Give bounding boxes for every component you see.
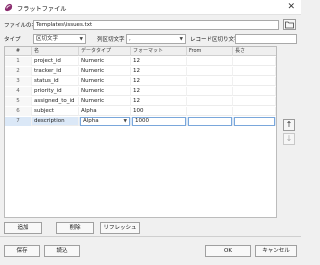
- length-cell[interactable]: [233, 97, 276, 106]
- table-row[interactable]: 1 project_id Numeric 12: [5, 57, 276, 66]
- data-type-select-value: Alpha: [83, 118, 99, 124]
- column-delimiter-label: 列区切文字: [97, 37, 125, 43]
- length-input[interactable]: [234, 117, 275, 126]
- from-cell[interactable]: [187, 87, 233, 96]
- move-down-button[interactable]: ↓: [283, 133, 295, 145]
- field-grid[interactable]: # 名 データタイプ フォーマット From 長さ 1 project_id N…: [4, 46, 277, 218]
- load-button[interactable]: 読込: [44, 245, 80, 257]
- data-type-cell[interactable]: Alpha: [79, 107, 131, 116]
- table-row[interactable]: 2 tracker_id Numeric 12: [5, 67, 276, 76]
- column-delimiter-value: ,: [129, 36, 131, 42]
- chevron-down-icon: ▼: [79, 37, 83, 42]
- chevron-down-icon: ▼: [123, 119, 127, 124]
- column-header-from[interactable]: From: [187, 47, 233, 56]
- record-delimiter-label: レコード区切り文字: [190, 37, 240, 43]
- row-number: 7: [5, 117, 32, 126]
- column-header-format[interactable]: フォーマット: [131, 47, 187, 56]
- format-cell[interactable]: 12: [131, 77, 187, 86]
- field-name-cell[interactable]: assigned_to_id: [32, 97, 79, 106]
- field-name-cell[interactable]: project_id: [32, 57, 79, 66]
- field-name-cell[interactable]: subject: [32, 107, 79, 116]
- length-cell[interactable]: [233, 77, 276, 86]
- window-title: フラットファイル: [17, 6, 67, 13]
- table-row[interactable]: 6 subject Alpha 100: [5, 107, 276, 116]
- move-up-button[interactable]: ↑: [283, 119, 295, 131]
- format-cell[interactable]: 12: [131, 67, 187, 76]
- row-number: 3: [5, 77, 32, 86]
- arrow-up-icon: ↑: [285, 120, 293, 129]
- from-cell[interactable]: [187, 67, 233, 76]
- delete-button[interactable]: 削除: [56, 222, 94, 234]
- data-type-cell[interactable]: Numeric: [79, 77, 131, 86]
- app-logo-icon: [4, 3, 13, 12]
- row-number: 2: [5, 67, 32, 76]
- data-type-cell[interactable]: Numeric: [79, 97, 131, 106]
- data-type-cell[interactable]: Numeric: [79, 67, 131, 76]
- from-cell[interactable]: [187, 77, 233, 86]
- length-cell[interactable]: [233, 67, 276, 76]
- type-select[interactable]: 区切文字 ▼: [33, 34, 86, 44]
- field-name-cell[interactable]: status_id: [32, 77, 79, 86]
- length-cell[interactable]: [233, 87, 276, 96]
- row-number: 5: [5, 97, 32, 106]
- title-bar: フラットファイル ✕: [0, 0, 301, 15]
- field-name-cell[interactable]: description: [32, 117, 79, 126]
- from-cell[interactable]: [187, 97, 233, 106]
- row-number: 6: [5, 107, 32, 116]
- ok-button[interactable]: OK: [205, 245, 251, 257]
- add-button[interactable]: 追加: [4, 222, 42, 234]
- column-delimiter-select[interactable]: , ▼: [126, 34, 186, 44]
- table-row[interactable]: 4 priority_id Numeric 12: [5, 87, 276, 96]
- footer-divider: [0, 236, 301, 237]
- from-cell[interactable]: [187, 107, 233, 116]
- arrow-down-icon: ↓: [285, 134, 293, 143]
- row-number: 4: [5, 87, 32, 96]
- column-header-name[interactable]: 名: [32, 47, 79, 56]
- table-row[interactable]: 5 assigned_to_id Numeric 12: [5, 97, 276, 106]
- refresh-button[interactable]: リフレッシュ: [100, 222, 140, 234]
- type-select-value: 区切文字: [36, 36, 59, 42]
- file-name-input[interactable]: Templates\issues.txt: [33, 20, 279, 30]
- from-input[interactable]: [188, 117, 232, 126]
- data-type-select[interactable]: Alpha ▼: [80, 117, 130, 126]
- browse-button[interactable]: [283, 19, 296, 30]
- length-cell[interactable]: [233, 57, 276, 66]
- format-cell[interactable]: 12: [131, 87, 187, 96]
- format-cell[interactable]: 100: [131, 107, 187, 116]
- format-input[interactable]: 1000: [132, 117, 186, 126]
- length-cell[interactable]: [233, 107, 276, 116]
- data-type-cell[interactable]: Numeric: [79, 57, 131, 66]
- field-name-cell[interactable]: tracker_id: [32, 67, 79, 76]
- column-header-number[interactable]: #: [5, 47, 32, 56]
- table-row-selected[interactable]: 7 description Alpha ▼ 1000: [5, 117, 276, 126]
- chevron-down-icon: ▼: [179, 37, 183, 42]
- cancel-button[interactable]: キャンセル: [255, 245, 297, 257]
- format-cell[interactable]: 12: [131, 97, 187, 106]
- type-label: タイプ: [4, 37, 21, 43]
- row-number: 1: [5, 57, 32, 66]
- field-name-cell[interactable]: priority_id: [32, 87, 79, 96]
- table-row[interactable]: 3 status_id Numeric 12: [5, 77, 276, 86]
- column-header-length[interactable]: 長さ: [233, 47, 276, 56]
- record-delimiter-input[interactable]: [235, 34, 297, 44]
- column-header-data-type[interactable]: データタイプ: [79, 47, 131, 56]
- grid-header: # 名 データタイプ フォーマット From 長さ: [5, 47, 276, 56]
- save-button[interactable]: 保存: [4, 245, 40, 257]
- format-cell[interactable]: 12: [131, 57, 187, 66]
- from-cell[interactable]: [187, 57, 233, 66]
- close-icon[interactable]: ✕: [287, 2, 295, 12]
- data-type-cell[interactable]: Numeric: [79, 87, 131, 96]
- folder-icon: [285, 21, 294, 29]
